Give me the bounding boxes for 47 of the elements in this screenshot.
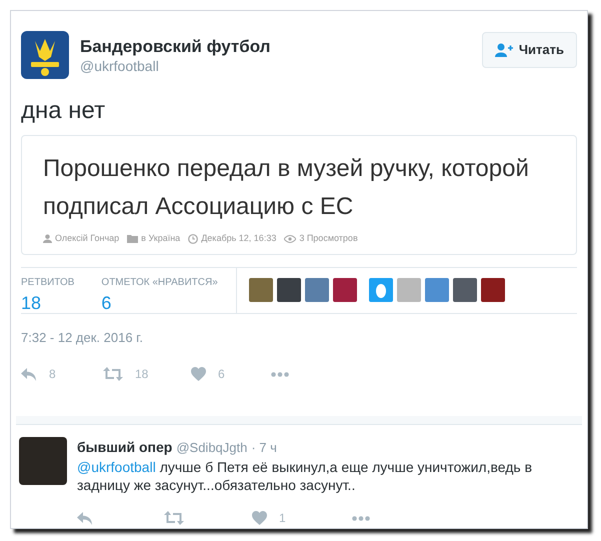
account-handle[interactable]: @ukrfootball [80,57,270,75]
reply-author-handle[interactable]: @SdibqJgth [176,438,248,458]
account-name[interactable]: Бандеровский футбол [80,37,270,57]
avatar-photo-placeholder[interactable] [277,278,301,302]
stat-label[interactable]: ОТМЕТОК «НРАВИТСЯ» [101,276,218,288]
more-icon [352,516,370,520]
shield-logo-icon [21,31,69,79]
stat-value[interactable]: 18 [21,290,74,314]
avatar-photo-placeholder[interactable] [333,278,357,302]
article-category: в Україна [141,232,180,245]
stat-label[interactable]: РЕТВИТОВ [21,276,74,288]
reply-icon [77,512,93,524]
article-author: Олексій Гончар [55,232,120,245]
avatar-photo-placeholder[interactable] [305,278,329,302]
egg-avatar-icon[interactable] [369,278,393,302]
article-title: Порошенко передал в музей ручку, которой подписал Ассоциацию с ЕС [43,154,530,222]
avatar-photo-placeholder[interactable] [481,278,505,302]
clock-icon [188,234,198,244]
tweet-text: дна нет [20,97,106,125]
quoted-article-card[interactable]: Порошенко передал в музей ручку, которой подписал Ассоциацию с ЕС Олексій Гончар в Україна Декабрь 12, 16:33 3 Просмотров [21,135,577,254]
like-button[interactable]: 6 [191,365,271,384]
follow-button[interactable]: Читать [482,32,577,68]
reply-button[interactable]: 8 [21,365,103,384]
eye-icon [284,234,296,243]
article-views: 3 Просмотров [299,232,358,245]
folder-icon [127,234,138,244]
avatar-photo-placeholder[interactable] [19,437,67,485]
mention-link[interactable]: @ukrfootball [77,459,156,475]
avatar-photo-placeholder[interactable] [453,278,477,302]
avatar-photo-placeholder[interactable] [425,278,449,302]
retweet-icon [164,511,184,525]
reply-text: @ukrfootball лучше б Петя её выкинул,а еще лучше уничтожил,ведь в задницу же засунут...обязательно засунут.. [77,458,534,494]
retweet-button[interactable]: 18 [103,365,191,384]
like-button[interactable]: 1 [252,509,352,527]
reply-icon [21,368,37,381]
person-icon [43,234,52,244]
stat-value[interactable]: 6 [101,290,218,314]
add-person-icon [494,43,513,57]
more-icon [271,372,289,377]
reply-time[interactable]: · 7 ч [251,438,277,458]
tweet-timestamp[interactable]: 7:32 - 12 дек. 2016 г. [11,328,587,347]
retweet-icon [103,367,123,382]
heart-icon [191,367,206,382]
heart-icon [252,511,267,525]
avatar-photo-placeholder[interactable] [249,278,273,302]
article-date: Декабрь 12, 16:33 [201,232,276,245]
reply-author-name[interactable]: бывший опер [77,437,172,458]
